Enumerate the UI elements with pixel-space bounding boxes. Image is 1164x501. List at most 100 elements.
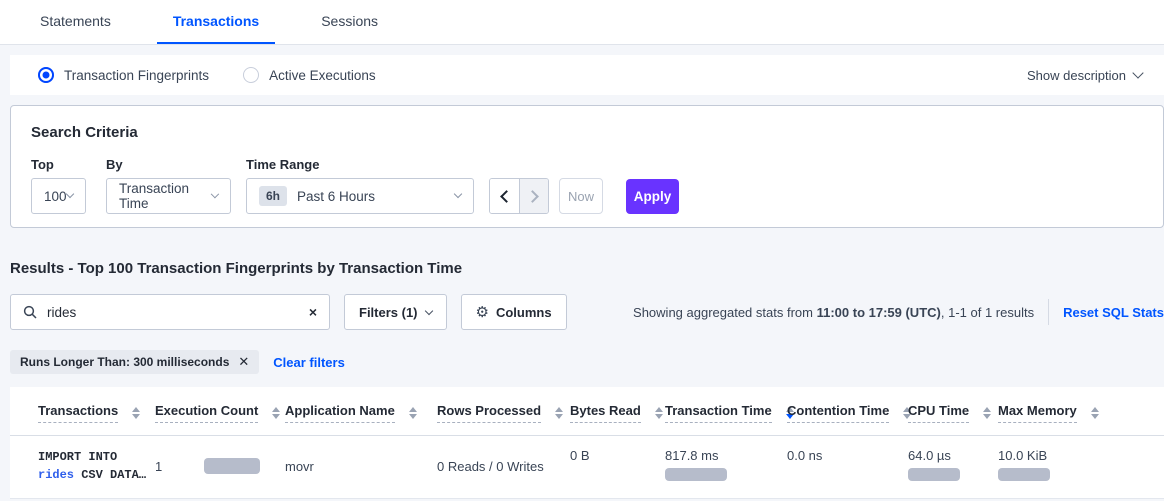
sort-asc-icon xyxy=(272,407,280,412)
column-header-transactions[interactable]: Transactions xyxy=(10,387,155,436)
sort-desc-icon xyxy=(1091,414,1099,419)
sort-control[interactable] xyxy=(655,407,663,419)
cell-execution-count: 1 xyxy=(155,436,285,499)
search-criteria-title: Search Criteria xyxy=(31,124,1143,141)
time-range-label: Time Range xyxy=(246,157,474,172)
radio-label: Active Executions xyxy=(269,68,376,83)
transaction-time-bar xyxy=(665,468,727,481)
search-icon xyxy=(23,305,37,319)
top-label: Top xyxy=(31,157,86,172)
sort-desc-icon xyxy=(132,414,140,419)
by-field: By Transaction Time xyxy=(86,157,231,214)
cell-contention-time: 0.0 ns xyxy=(787,436,908,499)
cell-transaction-fingerprint[interactable]: IMPORT INTO rides CSV DATA… xyxy=(10,436,155,499)
bytes-read-value: 0 B xyxy=(570,448,590,463)
cell-transaction-time: 817.8 ms xyxy=(665,436,787,499)
column-header-max-memory[interactable]: Max Memory xyxy=(998,387,1164,436)
show-description-toggle[interactable]: Show description xyxy=(1027,68,1142,83)
chevron-down-icon xyxy=(66,190,74,198)
sort-control[interactable] xyxy=(132,407,140,419)
clear-search-icon[interactable]: × xyxy=(309,305,317,319)
column-header-cpu-time[interactable]: CPU Time xyxy=(908,387,998,436)
time-range-select[interactable]: 6h Past 6 Hours xyxy=(246,178,474,214)
sort-asc-icon xyxy=(409,407,417,412)
radio-transaction-fingerprints[interactable]: Transaction Fingerprints xyxy=(38,67,209,83)
clear-filters-link[interactable]: Clear filters xyxy=(273,355,345,370)
by-label: By xyxy=(106,157,231,172)
remove-filter-icon[interactable]: ✕ xyxy=(238,354,249,370)
cpu-time-value: 64.0 µs xyxy=(908,448,998,463)
results-toolbar: × Filters (1) ⚙ Columns Showing aggregat… xyxy=(10,294,1164,330)
sort-asc-icon xyxy=(1091,407,1099,412)
sort-desc-icon xyxy=(983,414,991,419)
sort-asc-icon xyxy=(655,407,663,412)
search-criteria-controls: Top 100 By Transaction Time Time Range 6… xyxy=(31,157,1143,214)
filter-chip-label: Runs Longer Than: 300 milliseconds xyxy=(20,355,229,369)
tab-statements[interactable]: Statements xyxy=(24,1,127,44)
contention-time-value: 0.0 ns xyxy=(787,448,822,463)
radio-active-executions[interactable]: Active Executions xyxy=(243,67,376,83)
search-criteria-card: Search Criteria Top 100 By Transaction T… xyxy=(10,105,1164,228)
time-range-badge: 6h xyxy=(259,186,287,206)
sort-asc-icon xyxy=(555,407,563,412)
sort-control[interactable] xyxy=(409,407,417,419)
chevron-right-icon xyxy=(526,190,539,203)
execution-count-bar xyxy=(204,458,260,474)
tab-transactions[interactable]: Transactions xyxy=(157,1,275,44)
reset-sql-stats-link[interactable]: Reset SQL Stats xyxy=(1063,305,1164,320)
radio-label: Transaction Fingerprints xyxy=(64,68,209,83)
table-name-keyword: rides xyxy=(38,468,74,482)
sort-control[interactable] xyxy=(1091,407,1099,419)
radio-selected-icon xyxy=(38,67,54,83)
table-header-row: Transactions Execution Count Application… xyxy=(10,387,1164,436)
sort-desc-icon xyxy=(272,414,280,419)
chevron-left-icon xyxy=(500,190,513,203)
time-back-button[interactable] xyxy=(490,179,519,213)
table-row: IMPORT INTO rides CSV DATA… 1 movr 0 Rea… xyxy=(10,436,1164,499)
apply-button[interactable]: Apply xyxy=(626,179,679,214)
cell-bytes-read: 0 B xyxy=(570,436,665,499)
column-header-transaction-time[interactable]: Transaction Time xyxy=(665,387,787,436)
sort-control[interactable] xyxy=(272,407,280,419)
column-header-contention-time[interactable]: Contention Time xyxy=(787,387,908,436)
chevron-down-icon xyxy=(211,190,219,198)
chevron-down-icon xyxy=(454,190,462,198)
transactions-table: Transactions Execution Count Application… xyxy=(10,387,1164,499)
results-table-card: Transactions Execution Count Application… xyxy=(10,387,1164,499)
columns-button[interactable]: ⚙ Columns xyxy=(461,294,567,330)
by-select[interactable]: Transaction Time xyxy=(106,178,231,214)
filters-button[interactable]: Filters (1) xyxy=(344,294,447,330)
top-select[interactable]: 100 xyxy=(31,178,86,214)
sort-asc-icon xyxy=(132,407,140,412)
cell-application-name: movr xyxy=(285,436,437,499)
sort-control[interactable] xyxy=(983,407,991,419)
column-header-rows-processed[interactable]: Rows Processed xyxy=(437,387,570,436)
rows-processed-value: 0 Reads / 0 Writes xyxy=(437,459,544,474)
cell-cpu-time: 64.0 µs xyxy=(908,436,998,499)
columns-label: Columns xyxy=(496,305,552,320)
search-input[interactable] xyxy=(47,305,309,320)
time-forward-button[interactable] xyxy=(519,179,548,213)
transaction-statement-link[interactable]: IMPORT INTO rides CSV DATA… xyxy=(38,448,155,484)
show-description-label: Show description xyxy=(1027,68,1126,83)
cell-max-memory: 10.0 KiB xyxy=(998,436,1164,499)
sort-control[interactable] xyxy=(555,407,563,419)
top-tab-bar: Statements Transactions Sessions xyxy=(0,0,1164,45)
tab-sessions[interactable]: Sessions xyxy=(305,1,394,44)
column-header-execution-count[interactable]: Execution Count xyxy=(155,387,285,436)
column-header-bytes-read[interactable]: Bytes Read xyxy=(570,387,665,436)
gear-icon: ⚙ xyxy=(476,303,489,321)
column-header-application-name[interactable]: Application Name xyxy=(285,387,437,436)
filters-label: Filters (1) xyxy=(359,305,418,320)
top-field: Top 100 xyxy=(31,157,86,214)
stats-text: Showing aggregated stats from 11:00 to 1… xyxy=(633,305,1034,320)
active-filters-row: Runs Longer Than: 300 milliseconds ✕ Cle… xyxy=(10,350,1164,374)
stats-line: Showing aggregated stats from 11:00 to 1… xyxy=(633,299,1164,325)
now-button[interactable]: Now xyxy=(559,178,603,214)
time-nav-group xyxy=(489,178,549,214)
radio-unselected-icon xyxy=(243,67,259,83)
top-select-value: 100 xyxy=(44,189,67,204)
execution-count-value: 1 xyxy=(155,459,162,474)
view-toggle-row: Transaction Fingerprints Active Executio… xyxy=(10,55,1164,95)
filter-chip: Runs Longer Than: 300 milliseconds ✕ xyxy=(10,350,259,374)
